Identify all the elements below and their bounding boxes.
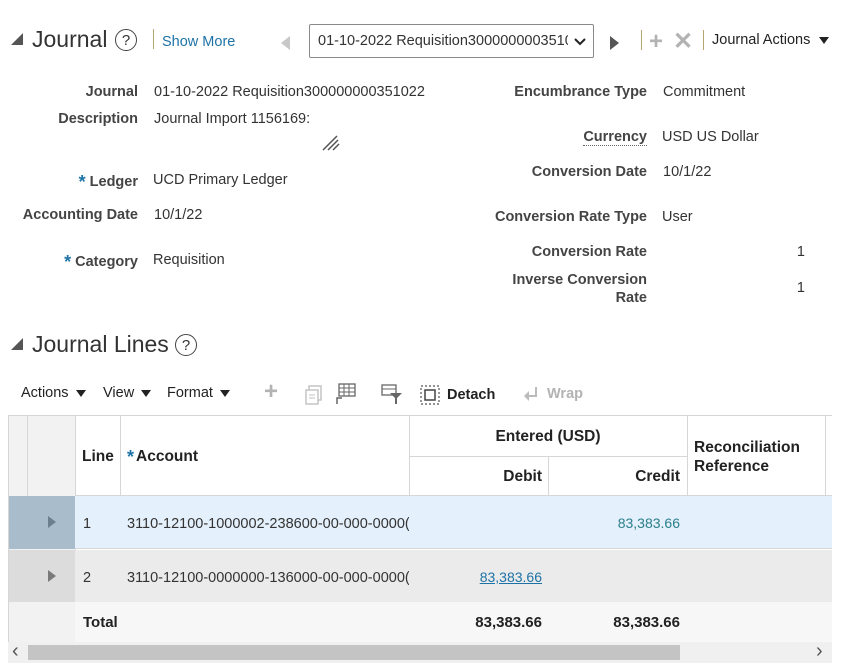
divider	[703, 30, 704, 50]
account-value[interactable]: 3110-12100-1000002-238600-00-000-0000(	[127, 516, 409, 532]
row-header[interactable]	[9, 550, 75, 602]
dropdown-arrow-icon	[819, 36, 830, 44]
expand-row-icon[interactable]	[48, 570, 56, 582]
required-icon: *	[127, 447, 135, 467]
currency-label[interactable]: Currency	[583, 129, 647, 146]
ledger-label-group: * Ledger	[78, 170, 138, 192]
add-row-icon[interactable]: +	[264, 380, 278, 404]
column-divider	[825, 416, 826, 496]
row-header[interactable]	[9, 496, 75, 549]
column-header-line[interactable]: Line	[82, 448, 114, 466]
detach-button[interactable]: Detach	[420, 385, 495, 405]
journal-lines-collapse-icon[interactable]	[11, 337, 23, 353]
column-group-entered: Entered (USD)	[495, 428, 601, 445]
description-value: Journal Import 1156169:	[154, 111, 311, 127]
columns-icon[interactable]	[335, 383, 357, 405]
horizontal-scrollbar[interactable]: ‹ ›	[8, 640, 832, 663]
show-more-link[interactable]: Show More	[162, 34, 235, 50]
journal-help-icon[interactable]: ?	[115, 29, 137, 51]
column-header-debit[interactable]: Debit	[409, 468, 542, 486]
ledger-label: Ledger	[89, 174, 138, 190]
line-number: 2	[83, 570, 92, 586]
column-divider	[27, 416, 28, 496]
total-label: Total	[83, 614, 118, 631]
resize-handle-icon[interactable]	[320, 134, 340, 152]
detach-icon	[420, 385, 440, 405]
account-value[interactable]: 3110-12100-0000000-136000-00-000-0000(	[127, 570, 409, 586]
inverse-conversion-rate-label: Inverse Conversion Rate	[512, 272, 647, 306]
journal-label: Journal	[85, 84, 138, 100]
add-icon[interactable]: +	[649, 30, 663, 54]
next-journal-icon[interactable]	[610, 36, 619, 50]
journal-lines-table: Line * Account Entered (USD) Debit Credit…	[8, 415, 832, 642]
expand-row-icon[interactable]	[48, 516, 56, 528]
table-row[interactable]: 2 3110-12100-0000000-136000-00-000-0000(…	[9, 550, 832, 602]
conversion-rate-label: Conversion Rate	[531, 244, 647, 260]
conversion-rate-value: 1	[796, 244, 805, 260]
duplicate-icon[interactable]	[305, 385, 323, 405]
encumbrance-type-value: Commitment	[663, 84, 746, 100]
category-value: Requisition	[153, 252, 225, 268]
conversion-date-value: 10/1/22	[663, 164, 712, 180]
total-row: Total 83,383.66 83,383.66	[9, 602, 832, 642]
encumbrance-type-label: Encumbrance Type	[514, 84, 647, 100]
scrollbar-thumb[interactable]	[28, 645, 680, 660]
journal-selector[interactable]: 01-10-2022 Requisition3000000003510	[309, 24, 594, 58]
credit-value[interactable]: 83,383.66	[548, 515, 680, 531]
dropdown-arrow-icon	[141, 389, 152, 397]
journal-section-title: Journal	[32, 26, 108, 52]
description-label: Description	[58, 111, 138, 127]
dropdown-arrow-icon	[75, 389, 86, 397]
dropdown-arrow-icon	[219, 389, 230, 397]
format-menu[interactable]: Format	[167, 385, 230, 401]
currency-value: USD US Dollar	[662, 129, 759, 145]
column-header-reconciliation-reference[interactable]: Reconciliation Reference	[694, 438, 800, 476]
divider	[641, 30, 642, 50]
journal-collapse-icon[interactable]	[11, 32, 23, 48]
wrap-button[interactable]: Wrap	[522, 385, 583, 403]
journal-selector-value: 01-10-2022 Requisition3000000003510	[318, 33, 568, 49]
inverse-conversion-rate-value: 1	[796, 280, 805, 296]
row-header	[9, 602, 75, 642]
chevron-down-icon	[574, 38, 586, 46]
debit-value[interactable]: 83,383.66	[409, 569, 542, 585]
wrap-icon	[524, 387, 537, 401]
ledger-value: UCD Primary Ledger	[153, 172, 288, 188]
actions-menu[interactable]: Actions	[21, 385, 86, 401]
delete-icon[interactable]: ✕	[673, 30, 693, 54]
column-divider	[120, 416, 121, 496]
table-row[interactable]: 1 3110-12100-1000002-238600-00-000-0000(…	[9, 496, 832, 549]
journal-lines-title: Journal Lines	[32, 331, 169, 357]
conversion-rate-type-label: Conversion Rate Type	[494, 209, 647, 225]
column-header-account[interactable]: * Account	[127, 445, 198, 467]
required-icon: *	[64, 252, 72, 272]
journal-value: 01-10-2022 Requisition300000000351022	[154, 84, 425, 100]
scroll-right-arrow[interactable]: ›	[816, 640, 823, 663]
journal-actions-menu[interactable]: Journal Actions	[712, 32, 830, 48]
filter-icon[interactable]	[381, 383, 403, 405]
conversion-date-label: Conversion Date	[531, 164, 647, 180]
scroll-left-arrow[interactable]: ‹	[12, 640, 19, 663]
category-label-group: * Category	[64, 250, 138, 272]
accounting-date-label: Accounting Date	[22, 207, 138, 223]
divider	[153, 29, 154, 49]
previous-journal-icon[interactable]	[281, 36, 290, 50]
line-number: 1	[83, 516, 92, 532]
category-label: Category	[75, 254, 138, 270]
column-header-credit[interactable]: Credit	[548, 468, 680, 486]
group-divider	[409, 456, 687, 457]
view-menu[interactable]: View	[103, 385, 152, 401]
conversion-rate-type-value: User	[662, 209, 693, 225]
journal-lines-help-icon[interactable]: ?	[175, 334, 197, 356]
required-icon: *	[78, 172, 86, 192]
total-debit: 83,383.66	[475, 614, 542, 631]
total-credit: 83,383.66	[613, 614, 680, 631]
accounting-date-value: 10/1/22	[154, 207, 203, 223]
column-divider	[687, 416, 688, 496]
